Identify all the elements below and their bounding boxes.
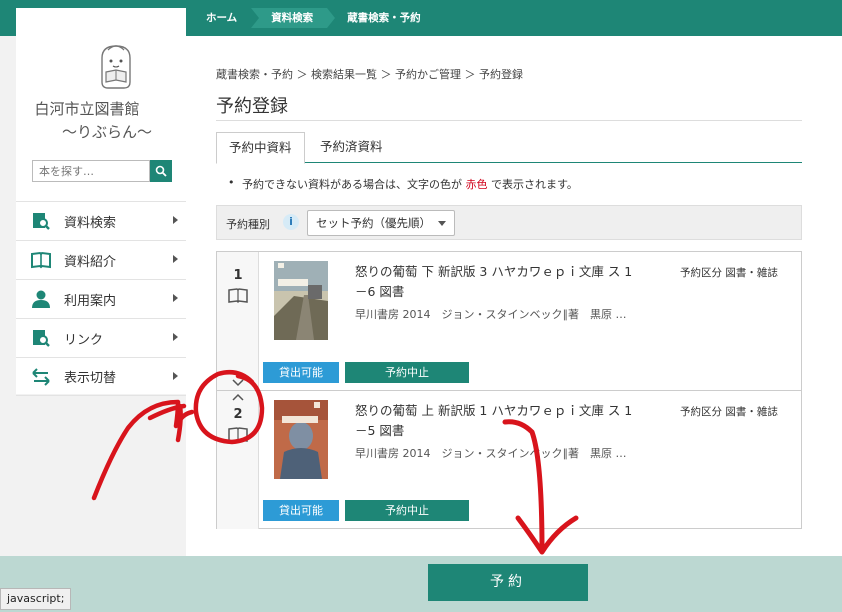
book-title-line2: －6 図書 (355, 284, 405, 299)
chevron-right-icon (173, 255, 178, 263)
order-column: 1 (217, 252, 259, 390)
sidebar-item-display-toggle[interactable]: 表示切替 (16, 357, 186, 396)
move-down-icon[interactable] (232, 379, 244, 387)
book-title-line2: －5 図書 (355, 423, 405, 438)
list-item: 2 怒りの葡萄 上 新訳版 1 ハヤカワｅｐｉ文庫 ス 1 －5 図書 早川書房… (217, 391, 801, 530)
info-icon[interactable]: i (283, 214, 299, 230)
sidebar: 白河市立図書館 〜りぶらん〜 資料検索 資料紹介 利用案内 リンク 表示切替 (16, 8, 186, 396)
swap-arrows-icon (30, 366, 52, 388)
filter-label: 予約種別 (226, 218, 270, 231)
chevron-right-icon (173, 333, 178, 341)
tab-reserving[interactable]: 予約中資料 (216, 132, 305, 164)
top-nav-reserve[interactable]: 蔵書検索・予約 (327, 8, 435, 28)
footer-bar (0, 556, 842, 612)
sidebar-item-link[interactable]: リンク (16, 318, 186, 357)
notice-text: 予約できない資料がある場合は、文字の色が 赤色 で表示されます。 (228, 176, 578, 192)
book-cover-image (274, 400, 328, 479)
main-content: 蔵書検索・予約 ＞ 検索結果一覧 ＞ 予約かご管理 ＞ 予約登録 予約登録 予約… (186, 36, 842, 556)
sidebar-item-search[interactable]: 資料検索 (16, 201, 186, 240)
status-bar-url: javascript; (0, 588, 72, 610)
select-value: セット予約（優先順） (316, 216, 431, 230)
available-badge: 貸出可能 (263, 500, 339, 521)
book-cover-image (274, 261, 328, 340)
notice-red-word: 赤色 (465, 178, 488, 191)
book-icon (228, 427, 248, 443)
link-icon (30, 327, 52, 349)
notice-text-after: で表示されます。 (491, 178, 578, 191)
top-nav-home[interactable]: ホーム (186, 8, 260, 28)
library-name: 白河市立図書館 (34, 100, 140, 118)
sidebar-item-label: 利用案内 (64, 293, 117, 309)
book-publisher: 早川書房 2014 ジョン・スタインベック∥著 黒原 … (355, 447, 627, 460)
library-nickname: 〜りぶらん〜 (61, 123, 152, 141)
sidebar-item-guide[interactable]: 利用案内 (16, 279, 186, 318)
title-divider (216, 120, 802, 121)
sidebar-search-button[interactable] (150, 160, 172, 182)
sidebar-item-label: 資料紹介 (64, 254, 117, 270)
notice-text-before: 予約できない資料がある場合は、文字の色が (242, 178, 462, 191)
sidebar-item-intro[interactable]: 資料紹介 (16, 240, 186, 279)
book-title[interactable]: 怒りの葡萄 下 新訳版 3 ハヤカワｅｐｉ文庫 ス 1 －6 図書 (355, 262, 655, 302)
tab-reserved[interactable]: 予約済資料 (308, 132, 395, 163)
search-book-icon (30, 210, 52, 232)
move-up-icon[interactable] (232, 393, 244, 401)
list-item: 1 怒りの葡萄 下 新訳版 3 ハヤカワｅｐｉ文庫 ス 1 －6 図書 早川書房… (217, 252, 801, 391)
chevron-right-icon (173, 216, 178, 224)
tab-bar: 予約中資料 予約済資料 (216, 132, 802, 164)
chevron-right-icon (173, 372, 178, 380)
reserve-button[interactable]: 予約 (428, 564, 588, 601)
page-title: 予約登録 (216, 96, 288, 117)
chevron-right-icon (173, 294, 178, 302)
caret-down-icon (438, 221, 446, 226)
sidebar-item-label: 資料検索 (64, 215, 117, 231)
order-number: 2 (233, 407, 243, 422)
book-title[interactable]: 怒りの葡萄 上 新訳版 1 ハヤカワｅｐｉ文庫 ス 1 －5 図書 (355, 401, 655, 441)
search-icon (155, 165, 167, 177)
reservation-type-filter: 予約種別 i セット予約（優先順） (216, 205, 802, 240)
book-icon (228, 288, 248, 304)
order-column: 2 (217, 391, 259, 529)
sidebar-menu: 資料検索 資料紹介 利用案内 リンク 表示切替 (16, 201, 186, 396)
order-number: 1 (233, 268, 243, 283)
sidebar-item-label: 表示切替 (64, 371, 117, 386)
reservation-category: 予約区分 図書・雑誌 (680, 406, 778, 418)
cancel-reservation-button[interactable]: 予約中止 (345, 362, 469, 383)
reservation-type-select[interactable]: セット予約（優先順） (307, 210, 455, 236)
available-badge: 貸出可能 (263, 362, 339, 383)
book-title-line1: 怒りの葡萄 下 新訳版 3 ハヤカワｅｐｉ文庫 ス 1 (355, 264, 633, 279)
annotation-arrow-left (91, 399, 195, 501)
top-breadcrumb: ホーム 資料検索 蔵書検索・予約 (186, 8, 435, 28)
book-title-line1: 怒りの葡萄 上 新訳版 1 ハヤカワｅｐｉ文庫 ス 1 (355, 403, 633, 418)
breadcrumb[interactable]: 蔵書検索・予約 ＞ 検索結果一覧 ＞ 予約かご管理 ＞ 予約登録 (216, 66, 523, 82)
open-book-icon (30, 249, 52, 271)
sidebar-search-input[interactable] (32, 160, 150, 182)
person-icon (30, 288, 52, 310)
reservation-category: 予約区分 図書・雑誌 (680, 267, 778, 279)
cancel-reservation-button[interactable]: 予約中止 (345, 500, 469, 521)
book-publisher: 早川書房 2014 ジョン・スタインベック∥著 黒原 … (355, 308, 627, 321)
sidebar-item-label: リンク (64, 332, 104, 348)
reservation-list: 1 怒りの葡萄 下 新訳版 3 ハヤカワｅｐｉ文庫 ス 1 －6 図書 早川書房… (216, 251, 802, 529)
top-nav-search[interactable]: 資料検索 (251, 8, 336, 28)
library-mascot-logo[interactable] (94, 42, 138, 93)
